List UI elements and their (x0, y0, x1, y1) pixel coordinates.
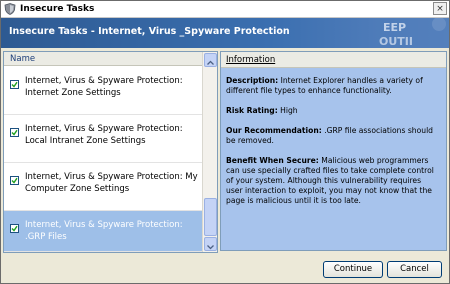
task-checkbox[interactable] (10, 176, 19, 185)
information-header: Information (221, 52, 446, 68)
scroll-down-button[interactable] (204, 237, 217, 251)
svg-text:OUTII: OUTII (379, 35, 413, 48)
close-button[interactable]: × (433, 2, 447, 15)
information-title: Information (226, 55, 276, 65)
risk-value: High (280, 106, 298, 115)
task-checkbox[interactable] (10, 80, 19, 89)
title-bar: Insecure Tasks × (1, 1, 449, 18)
benefit-label: Benefit When Secure: (226, 156, 319, 165)
list-item-selected[interactable]: Internet, Virus & Spyware Protection: .G… (4, 211, 202, 252)
information-body: Description: Internet Explorer handles a… (226, 76, 438, 216)
task-list-panel: Name Internet, Virus & Spyware Protectio… (3, 51, 218, 253)
information-panel: Information Description: Internet Explor… (220, 51, 447, 251)
description-paragraph: Description: Internet Explorer handles a… (226, 76, 438, 96)
task-label: Internet, Virus & Spyware Protection: .G… (25, 220, 183, 242)
list-item[interactable]: Internet, Virus & Spyware Protection: My… (4, 163, 202, 211)
description-label: Description: (226, 76, 279, 85)
recommendation-label: Our Recommendation: (226, 126, 322, 135)
continue-button[interactable]: Continue (323, 261, 383, 278)
insecure-tasks-window: Insecure Tasks × Insecure Tasks - Intern… (0, 0, 450, 284)
benefit-paragraph: Benefit When Secure: Malicious web progr… (226, 156, 438, 206)
checkmark-icon (11, 129, 18, 136)
recommendation-paragraph: Our Recommendation: .GRP file associatio… (226, 126, 438, 146)
task-checkbox[interactable] (10, 224, 19, 233)
page-title: Insecure Tasks - Internet, Virus _Spywar… (9, 26, 290, 37)
dialog-footer: Continue Cancel (1, 255, 449, 283)
chevron-up-icon (207, 60, 214, 65)
svg-text:EEP: EEP (383, 21, 406, 34)
checkmark-icon (11, 225, 18, 232)
window-title: Insecure Tasks (20, 4, 95, 14)
task-label: Internet, Virus & Spyware Protection: Lo… (25, 124, 183, 146)
risk-label: Risk Rating: (226, 106, 278, 115)
scroll-up-button[interactable] (204, 53, 217, 67)
checkmark-icon (11, 81, 18, 88)
task-label: Internet, Virus & Spyware Protection: In… (25, 76, 183, 98)
task-label: Internet, Virus & Spyware Protection: My… (25, 172, 198, 194)
checkmark-icon (11, 177, 18, 184)
task-list-scrollbar[interactable] (202, 52, 217, 252)
chevron-down-icon (207, 245, 214, 250)
column-header-name[interactable]: Name (4, 52, 202, 66)
header-banner: Insecure Tasks - Internet, Virus _Spywar… (1, 18, 449, 48)
list-item[interactable]: Internet, Virus & Spyware Protection: In… (4, 67, 202, 115)
risk-paragraph: Risk Rating: High (226, 106, 438, 116)
list-item[interactable]: Internet, Virus & Spyware Protection: Lo… (4, 115, 202, 163)
banner-graphic-icon: EEP OUTII (369, 18, 449, 48)
cancel-button[interactable]: Cancel (387, 261, 442, 278)
shield-icon (4, 3, 16, 15)
scroll-thumb[interactable] (204, 198, 217, 236)
task-checkbox[interactable] (10, 128, 19, 137)
close-icon: × (436, 4, 444, 14)
